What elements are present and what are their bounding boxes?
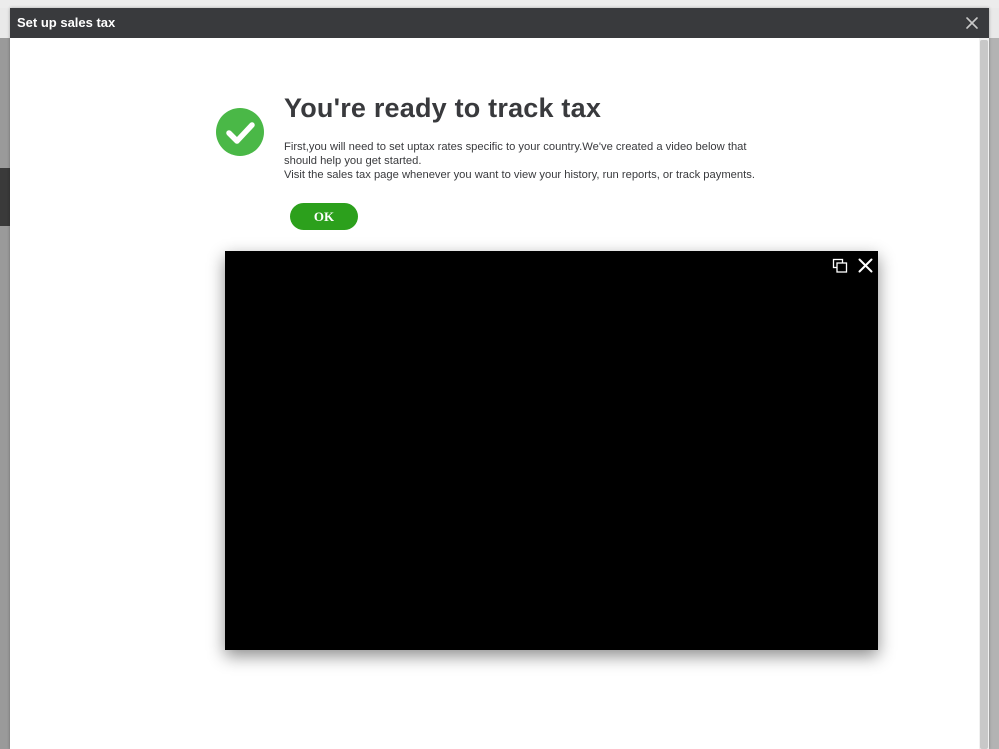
page-title: You're ready to track tax xyxy=(284,93,602,123)
background-page-edge xyxy=(0,38,10,749)
description: First,you will need to set uptax rates s… xyxy=(284,140,764,182)
top-strip xyxy=(0,0,999,8)
close-icon[interactable] xyxy=(963,14,981,32)
popout-icon[interactable] xyxy=(832,258,848,274)
ok-button[interactable]: OK xyxy=(290,203,358,230)
video-close-icon[interactable] xyxy=(857,257,874,274)
background-page-tab xyxy=(0,168,10,226)
modal-title: Set up sales tax xyxy=(17,15,116,30)
sales-tax-modal: Set up sales tax You're ready to track t… xyxy=(10,8,989,749)
check-circle-icon xyxy=(216,108,264,156)
scrollbar-thumb[interactable] xyxy=(980,40,988,749)
modal-header: Set up sales tax xyxy=(10,8,989,38)
screen: Set up sales tax You're ready to track t… xyxy=(0,0,999,749)
description-line-setup: First,you will need to set uptax rates s… xyxy=(284,141,747,167)
description-line-visit: Visit the sales tax page whenever you wa… xyxy=(284,169,755,181)
video-player[interactable] xyxy=(225,251,878,650)
background-page-edge-right xyxy=(989,38,999,749)
modal-scrollbar[interactable] xyxy=(979,38,989,749)
